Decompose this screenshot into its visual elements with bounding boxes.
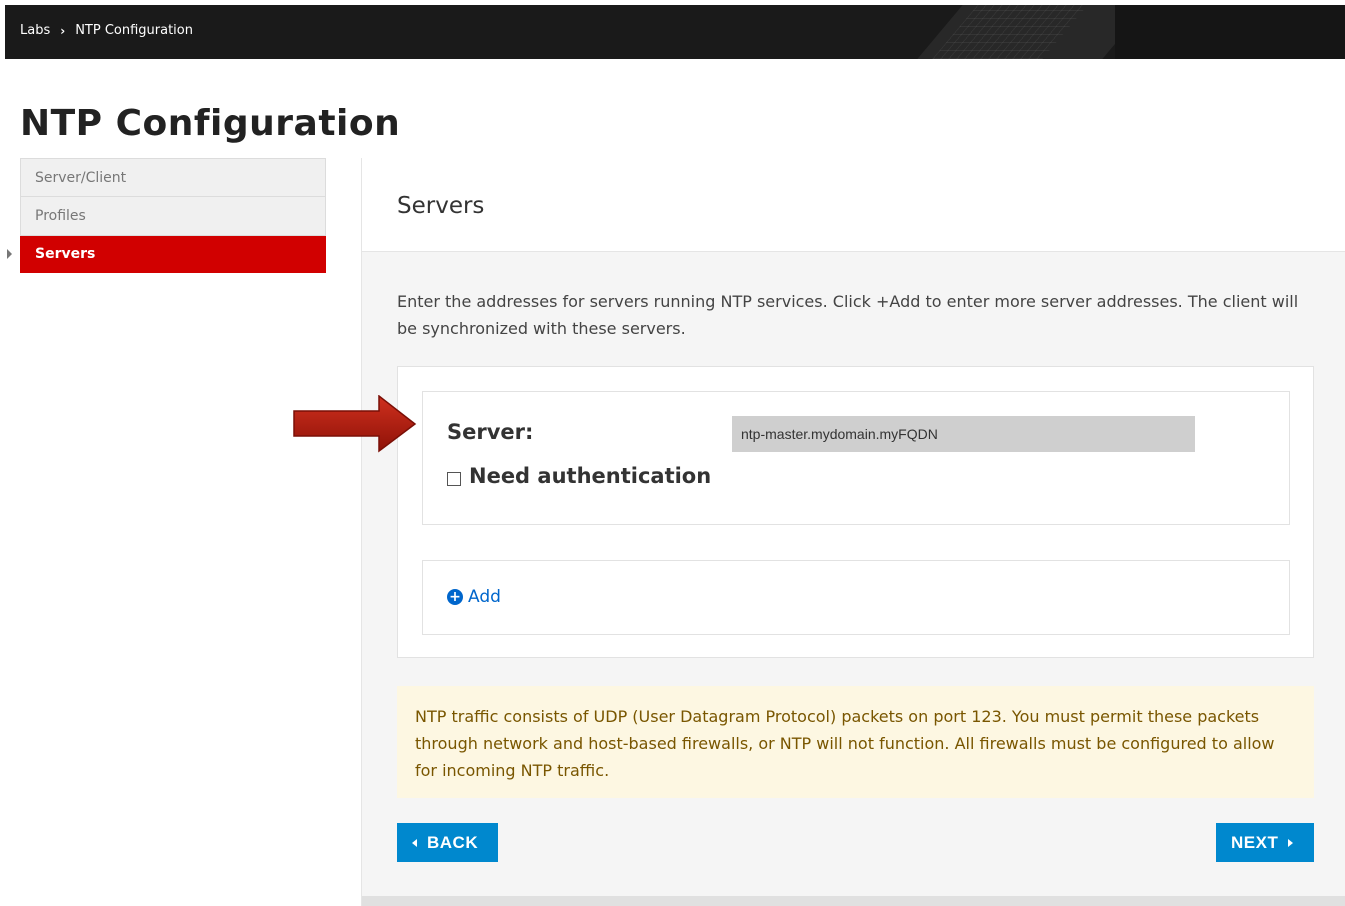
servers-box: Server: Need authentication + Add xyxy=(397,366,1314,658)
caret-right-icon xyxy=(1288,838,1294,847)
panel-header: Servers xyxy=(362,158,1345,252)
add-label: Add xyxy=(468,587,501,607)
add-card: + Add xyxy=(422,560,1290,635)
add-server-button[interactable]: + Add xyxy=(447,587,501,607)
panel-title: Servers xyxy=(397,193,485,219)
back-label: BACK xyxy=(427,832,479,852)
red-arrow-icon xyxy=(293,395,417,453)
intro-text: Enter the addresses for servers running … xyxy=(397,292,1299,338)
next-label: NEXT xyxy=(1231,832,1279,852)
caret-left-icon xyxy=(412,838,417,847)
server-card: Server: Need authentication xyxy=(422,391,1290,525)
nav-item-profiles[interactable]: Profiles xyxy=(20,197,326,236)
back-button[interactable]: BACK xyxy=(397,823,498,862)
nav-item-servers[interactable]: Servers xyxy=(20,236,326,273)
nav-item-server-client[interactable]: Server/Client xyxy=(20,158,326,197)
step-nav: Server/Client Profiles Servers xyxy=(20,158,326,273)
page-title: NTP Configuration xyxy=(20,103,401,144)
content-bottom-strip xyxy=(362,896,1345,906)
breadcrumb-current: NTP Configuration xyxy=(75,23,193,38)
auth-label: Need authentication xyxy=(469,464,712,488)
firewall-note: NTP traffic consists of UDP (User Datagr… xyxy=(397,686,1314,798)
banner-right xyxy=(1115,5,1345,59)
plus-circle-icon: + xyxy=(447,589,463,605)
server-label: Server: xyxy=(447,420,534,444)
content-panel: Servers Enter the addresses for servers … xyxy=(361,158,1345,906)
auth-checkbox[interactable] xyxy=(447,472,461,486)
breadcrumb-labs-link[interactable]: Labs xyxy=(20,23,50,38)
auth-row: Need authentication xyxy=(447,464,711,488)
server-input[interactable] xyxy=(732,416,1195,452)
active-caret-icon xyxy=(7,249,12,259)
breadcrumb: Labs › NTP Configuration xyxy=(20,23,193,38)
next-button[interactable]: NEXT xyxy=(1216,823,1314,862)
chevron-right-icon: › xyxy=(60,23,66,38)
top-banner: Labs › NTP Configuration xyxy=(5,5,1345,59)
